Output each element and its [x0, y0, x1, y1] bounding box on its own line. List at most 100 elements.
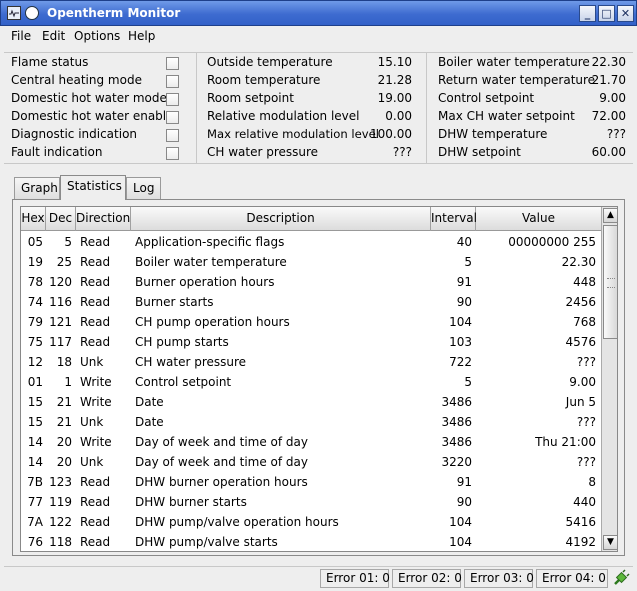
menu-options[interactable]: Options	[74, 29, 120, 43]
menu-edit[interactable]: Edit	[42, 29, 65, 43]
column-divider	[426, 52, 427, 164]
scroll-up-button[interactable]: ▲	[603, 208, 617, 223]
cell-hex: 14	[27, 455, 43, 469]
cell-description: DHW pump/valve operation hours	[135, 515, 339, 529]
dhw-enable-checkbox[interactable]	[166, 111, 179, 124]
flame-status-checkbox[interactable]	[166, 57, 179, 70]
cell-hex: 01	[27, 375, 43, 389]
cell-hex: 15	[27, 415, 43, 429]
fault-indication-checkbox[interactable]	[166, 147, 179, 160]
cell-value: 22.30	[561, 255, 596, 269]
cell-direction: Read	[80, 495, 111, 509]
cell-description: Application-specific flags	[135, 235, 285, 249]
cell-hex: 15	[27, 395, 43, 409]
minimize-button[interactable]: _	[579, 5, 596, 22]
tab-statistics[interactable]: Statistics	[60, 175, 126, 200]
cell-description: Boiler water temperature	[135, 255, 287, 269]
cell-interval: 3486	[441, 415, 472, 429]
column-header-interval[interactable]: Interval	[431, 207, 477, 231]
cell-value: 9.00	[569, 375, 596, 389]
table-row[interactable]: 75 117 Read CH pump starts 103 4576	[21, 332, 601, 352]
plug-connected-icon[interactable]	[612, 569, 630, 587]
column-header-hex[interactable]: Hex	[21, 207, 46, 231]
cell-description: Burner operation hours	[135, 275, 275, 289]
table-row[interactable]: 05 5 Read Application-specific flags 40 00000…	[21, 232, 601, 252]
flag-row: Flame status	[11, 55, 191, 73]
cell-value: 4576	[565, 335, 596, 349]
cell-interval: 90	[456, 495, 472, 509]
cell-interval: 91	[456, 475, 472, 489]
central-heating-mode-checkbox[interactable]	[166, 75, 179, 88]
cell-hex: 7A	[27, 515, 43, 529]
cell-value: ???	[576, 355, 596, 369]
table-row[interactable]: 7B 123 Read DHW burner operation hours 91 8	[21, 472, 601, 492]
cell-dec: 1	[64, 375, 72, 389]
cell-value: 448	[573, 275, 596, 289]
app-logo-icon	[25, 6, 39, 20]
status-label: Room setpoint	[207, 91, 294, 105]
scroll-down-button[interactable]: ▼	[603, 535, 617, 550]
diagnostic-indication-checkbox[interactable]	[166, 129, 179, 142]
table-row[interactable]: 15 21 Write Date 3486 Jun 5	[21, 392, 601, 412]
table-row[interactable]: 7A 122 Read DHW pump/valve operation hours 1…	[21, 512, 601, 532]
table-row[interactable]: 14 20 Unk Day of week and time of day 3220??…	[21, 452, 601, 472]
vertical-scrollbar[interactable]: ▲ ▼	[601, 207, 617, 551]
column-header-description[interactable]: Description	[131, 207, 431, 231]
status-label: Relative modulation level	[207, 109, 360, 123]
close-button[interactable]: ✕	[617, 5, 634, 22]
status-value: 19.00	[377, 91, 412, 105]
cell-dec: 25	[56, 255, 72, 269]
system-menu-icon[interactable]	[7, 6, 21, 20]
arrow-up-icon: ▲	[607, 210, 614, 220]
error-03-counter: Error 03: 0	[464, 569, 534, 588]
status-label: Boiler water temperature	[438, 55, 590, 69]
flag-label: Domestic hot water enable	[11, 109, 174, 123]
cell-dec: 120	[49, 275, 72, 289]
cell-description: CH pump starts	[135, 335, 229, 349]
column-header-value[interactable]: Value	[476, 207, 601, 231]
cell-description: Day of week and time of day	[135, 455, 309, 469]
table-row[interactable]: 12 18 Unk CH water pressure 722???	[21, 352, 601, 372]
cell-direction: Read	[80, 535, 111, 549]
table-row[interactable]: 19 25 Read Boiler water temperature 5 22.30	[21, 252, 601, 272]
status-label: Return water temperature	[438, 73, 596, 87]
maximize-button[interactable]: □	[598, 5, 615, 22]
window-title: Opentherm Monitor	[47, 6, 181, 20]
menu-file[interactable]: File	[11, 29, 31, 43]
status-row: Boiler water temperature 22.30	[438, 55, 626, 73]
column-header-direction[interactable]: Direction	[76, 207, 131, 231]
status-label: CH water pressure	[207, 145, 319, 159]
cell-interval: 104	[449, 535, 472, 549]
flag-label: Central heating mode	[11, 73, 142, 87]
cell-direction: Unk	[80, 415, 104, 429]
cell-value: ???	[576, 455, 596, 469]
cell-dec: 20	[56, 455, 72, 469]
status-value: 100.00	[370, 127, 412, 141]
table-row[interactable]: 78 120 Read Burner operation hours 91 448	[21, 272, 601, 292]
table-row[interactable]: 15 21 Unk Date 3486???	[21, 412, 601, 432]
cell-dec: 119	[49, 495, 72, 509]
cell-value: 440	[573, 495, 596, 509]
cell-value: 768	[573, 315, 596, 329]
table-row[interactable]: 77 119 Read DHW burner starts 90 440	[21, 492, 601, 512]
cell-dec: 122	[49, 515, 72, 529]
cell-direction: Write	[80, 435, 112, 449]
error-04-counter: Error 04: 0	[536, 569, 608, 588]
cell-description: Date	[135, 415, 164, 429]
table-row[interactable]: 79 121 Read CH pump operation hours 104 768	[21, 312, 601, 332]
dhw-mode-checkbox[interactable]	[166, 93, 179, 106]
table-row[interactable]: 76 118 Read DHW pump/valve starts 104 4192	[21, 532, 601, 551]
cell-direction: Read	[80, 515, 111, 529]
scrollbar-thumb[interactable]	[603, 225, 617, 339]
cell-hex: 12	[27, 355, 43, 369]
menu-help[interactable]: Help	[128, 29, 155, 43]
tab-graph[interactable]: Graph	[14, 177, 60, 199]
tab-log[interactable]: Log	[126, 177, 161, 199]
status-value: 60.00	[591, 145, 626, 159]
status-row: Control setpoint 9.00	[438, 91, 626, 109]
column-header-dec[interactable]: Dec	[46, 207, 76, 231]
table-row[interactable]: 74 116 Read Burner starts 90 2456	[21, 292, 601, 312]
table-row[interactable]: 01 1 Write Control setpoint 5 9.00	[21, 372, 601, 392]
cell-interval: 40	[456, 235, 472, 249]
table-row[interactable]: 14 20 Write Day of week and time of day 3486…	[21, 432, 601, 452]
